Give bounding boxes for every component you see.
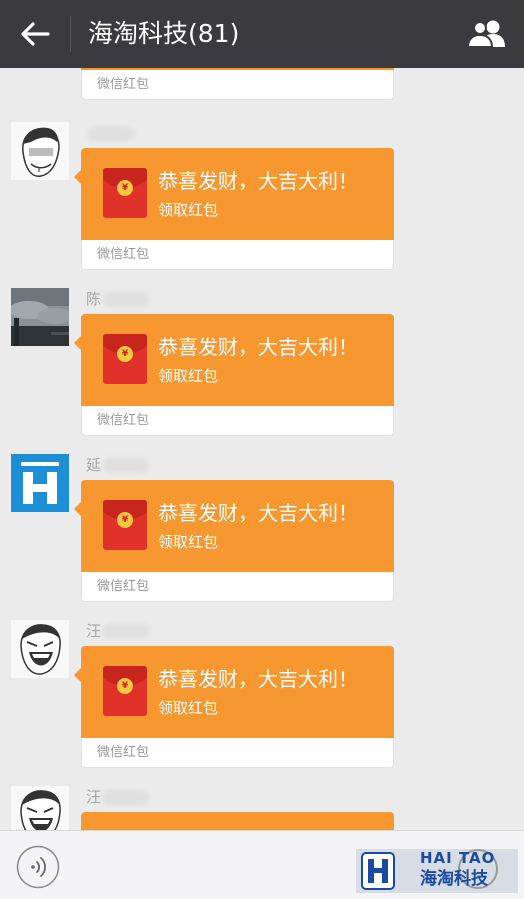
red-packet-action: 领取红包 [158,699,219,717]
watermark-chinese: 海淘科技 [420,869,488,889]
sender-name: 延 [86,454,150,476]
red-packet-body: ¥ 恭喜发财，大吉大利！ 领取红包 [74,148,394,240]
title-bar: 海淘科技(81) [0,0,524,68]
red-packet-greeting: 恭喜发财，大吉大利！ [158,501,358,525]
sender-name: 陈 [86,288,150,310]
red-packet-action: 领取红包 [158,201,219,219]
chat-history[interactable]: 微信红包 ¥ 恭喜发财，大吉大利！ 领取红包 微信红包 陈 ¥ 恭喜发财，大吉大… [0,68,524,830]
red-packet-message[interactable] [81,812,394,830]
red-packet-footer: 微信红包 [81,738,394,768]
arrow-left-icon [21,22,50,46]
red-packet-footer: 微信红包 [81,572,394,602]
red-packet-footer-label: 微信红包 [97,77,150,92]
haitao-logo-icon [361,852,395,890]
red-envelope-icon: ¥ [103,168,147,218]
red-packet-greeting: 恭喜发财，大吉大利！ [158,335,358,359]
laughing-meme-avatar[interactable] [11,786,69,830]
cloudy-sky-avatar[interactable] [11,288,69,346]
red-packet-message[interactable]: ¥ 恭喜发财，大吉大利！ 领取红包 微信红包 [74,148,394,270]
blurred-name [103,292,150,307]
blurred-name [103,458,150,473]
red-packet-body: ¥ 恭喜发财，大吉大利！ 领取红包 [74,646,394,738]
red-packet-message[interactable]: ¥ 恭喜发财，大吉大利！ 领取红包 微信红包 [74,314,394,436]
red-packet-message[interactable]: ¥ 恭喜发财，大吉大利！ 领取红包 微信红包 [74,480,394,602]
red-packet-greeting: 恭喜发财，大吉大利！ [158,667,358,691]
red-packet-body: ¥ 恭喜发财，大吉大利！ 领取红包 [74,480,394,572]
letter-h-avatar[interactable] [11,454,69,512]
red-packet-footer-label: 微信红包 [97,413,150,428]
red-packet-action: 领取红包 [158,533,219,551]
input-bar: HAI TAO 海淘科技 [0,830,524,899]
group-members-button[interactable] [466,18,508,50]
red-packet-message[interactable]: ¥ 恭喜发财，大吉大利！ 领取红包 微信红包 [74,646,394,768]
sender-name [86,122,134,144]
red-packet-footer-label: 微信红包 [97,579,150,594]
watermark-english: HAI TAO [420,849,496,867]
red-packet-action: 领取红包 [158,367,219,385]
red-envelope-icon: ¥ [103,666,147,716]
people-icon [466,20,505,48]
red-packet-footer-label: 微信红包 [97,745,150,760]
voice-icon [16,845,60,889]
blurred-name [88,126,134,141]
red-packet-footer: 微信红包 [81,406,394,436]
red-packet-footer-label: 微信红包 [97,247,150,262]
red-packet-body [81,812,394,830]
back-button[interactable] [18,18,52,50]
laughing-meme-avatar[interactable] [11,620,69,678]
sender-name: 汪 [86,786,150,808]
blurred-name [103,790,150,805]
red-packet-footer: 微信红包 [81,70,394,100]
red-envelope-icon: ¥ [103,334,147,384]
blurred-name [103,624,150,639]
chat-title: 海淘科技(81) [88,19,240,48]
red-packet-footer: 微信红包 [81,240,394,270]
voice-input-button[interactable] [16,845,60,889]
meme-face-avatar[interactable] [11,122,69,180]
red-packet-body: ¥ 恭喜发财，大吉大利！ 领取红包 [74,314,394,406]
sender-name: 汪 [86,620,150,642]
red-packet-message[interactable]: 微信红包 [81,68,394,100]
title-divider [70,16,71,52]
haitao-watermark: HAI TAO 海淘科技 [356,849,518,893]
red-packet-greeting: 恭喜发财，大吉大利！ [158,169,358,193]
red-envelope-icon: ¥ [103,500,147,550]
